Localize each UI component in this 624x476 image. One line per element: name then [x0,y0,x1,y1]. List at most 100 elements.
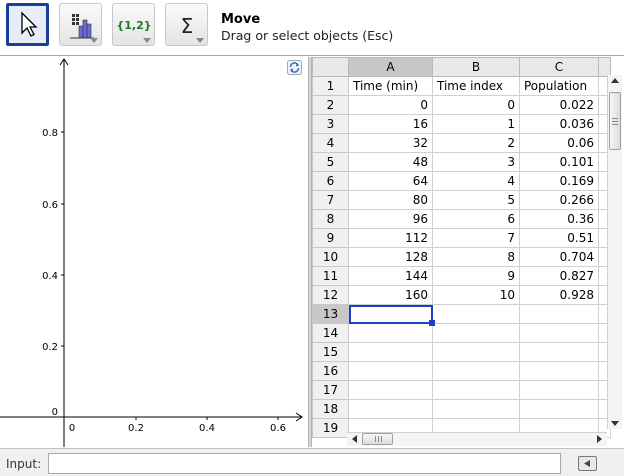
input-field[interactable] [48,453,561,474]
cell-b6[interactable]: 4 [432,171,520,191]
cell-b1[interactable]: Time index [432,76,520,96]
cell-c8[interactable]: 0.36 [519,209,599,229]
cell-a18[interactable] [348,399,433,419]
tool-help-text: Drag or select objects (Esc) [221,28,394,43]
row-header[interactable]: 17 [312,380,349,400]
cell-c3[interactable]: 0.036 [519,114,599,134]
cell-b14[interactable] [432,323,520,343]
row-header[interactable]: 3 [312,114,349,134]
cell-c18[interactable] [519,399,599,419]
row-header[interactable]: 12 [312,285,349,305]
row-header[interactable]: 8 [312,209,349,229]
cell-b2[interactable]: 0 [432,95,520,115]
cell-b15[interactable] [432,342,520,362]
cell-c17[interactable] [519,380,599,400]
cell-a4[interactable]: 32 [348,133,433,153]
cell-c5[interactable]: 0.101 [519,152,599,172]
cell-b17[interactable] [432,380,520,400]
row-header[interactable]: 11 [312,266,349,286]
row-header[interactable]: 13 [312,304,349,324]
cell-a17[interactable] [348,380,433,400]
cell-b9[interactable]: 7 [432,228,520,248]
virtual-keyboard-button[interactable] [578,456,597,471]
cell-a3[interactable]: 16 [348,114,433,134]
cell-b8[interactable]: 6 [432,209,520,229]
row-header[interactable]: 4 [312,133,349,153]
cell-c16[interactable] [519,361,599,381]
cell-b7[interactable]: 5 [432,190,520,210]
scroll-down-arrow-icon[interactable] [611,421,619,426]
cell-c7[interactable]: 0.266 [519,190,599,210]
row-header[interactable]: 6 [312,171,349,191]
horizontal-scroll-thumb[interactable] [362,433,393,445]
cell-a12[interactable]: 160 [348,285,433,305]
cell-c11[interactable]: 0.827 [519,266,599,286]
cell-a16[interactable] [348,361,433,381]
cell-b16[interactable] [432,361,520,381]
column-header-a[interactable]: A [348,57,433,77]
row-header[interactable]: 18 [312,399,349,419]
cell-c13[interactable] [519,304,599,324]
cell-a2[interactable]: 0 [348,95,433,115]
row-header[interactable]: 1 [312,76,349,96]
cell-b4[interactable]: 2 [432,133,520,153]
cell-a9[interactable]: 112 [348,228,433,248]
sum-tool-button[interactable]: Σ [165,3,208,46]
cell-c4[interactable]: 0.06 [519,133,599,153]
refresh-view-icon[interactable] [287,60,302,75]
scroll-up-arrow-icon[interactable] [611,78,619,83]
cell-a7[interactable]: 80 [348,190,433,210]
cell-b18[interactable] [432,399,520,419]
row-header[interactable]: 10 [312,247,349,267]
cell-a13[interactable] [348,304,433,324]
cell-a11[interactable]: 144 [348,266,433,286]
move-tool-button[interactable] [6,3,49,46]
cell-a1[interactable]: Time (min) [348,76,433,96]
cell-c15[interactable] [519,342,599,362]
cell-b5[interactable]: 3 [432,152,520,172]
cell-c10[interactable]: 0.704 [519,247,599,267]
cell-a15[interactable] [348,342,433,362]
cell-a14[interactable] [348,323,433,343]
cursor-arrow-icon [21,11,38,37]
cell-b13[interactable] [432,304,520,324]
cell-a10[interactable]: 128 [348,247,433,267]
input-label: Input: [6,457,42,471]
chart-tool-button[interactable] [59,3,102,46]
cell-a8[interactable]: 96 [348,209,433,229]
table-row: 5 48 3 0.101 [312,152,611,172]
row-header[interactable]: 16 [312,361,349,381]
row-header[interactable]: 9 [312,228,349,248]
row-header[interactable]: 2 [312,95,349,115]
cell-c1[interactable]: Population [519,76,599,96]
scroll-right-arrow-icon[interactable] [597,435,602,443]
cell-b10[interactable]: 8 [432,247,520,267]
table-row: 11 144 9 0.827 [312,266,611,286]
cell-c9[interactable]: 0.51 [519,228,599,248]
column-header-b[interactable]: B [432,57,520,77]
cell-a6[interactable]: 64 [348,171,433,191]
cell-a5[interactable]: 48 [348,152,433,172]
scroll-left-arrow-icon[interactable] [352,435,357,443]
cell-b3[interactable]: 1 [432,114,520,134]
column-header-d[interactable] [598,57,611,77]
row-header[interactable]: 14 [312,323,349,343]
list-tool-button[interactable]: {1,2} [112,3,155,46]
cell-c6[interactable]: 0.169 [519,171,599,191]
cell-c2[interactable]: 0.022 [519,95,599,115]
corner-cell[interactable] [312,57,349,77]
vertical-scroll-thumb[interactable] [609,92,621,150]
graphics-view[interactable]: 0.8 0.6 0.4 0.2 0 0 0.2 0.4 0.6 [0,57,308,447]
cell-b11[interactable]: 9 [432,266,520,286]
row-header[interactable]: 19 [312,418,349,438]
fill-handle[interactable] [428,319,435,326]
cell-c14[interactable] [519,323,599,343]
table-row: 7 80 5 0.266 [312,190,611,210]
cell-b12[interactable]: 10 [432,285,520,305]
row-header[interactable]: 15 [312,342,349,362]
row-header[interactable]: 5 [312,152,349,172]
cell-c12[interactable]: 0.928 [519,285,599,305]
spreadsheet-view[interactable]: A B C 1 Time (min) Time index Population 2 0 0… [312,57,624,447]
row-header[interactable]: 7 [312,190,349,210]
column-header-c[interactable]: C [519,57,599,77]
